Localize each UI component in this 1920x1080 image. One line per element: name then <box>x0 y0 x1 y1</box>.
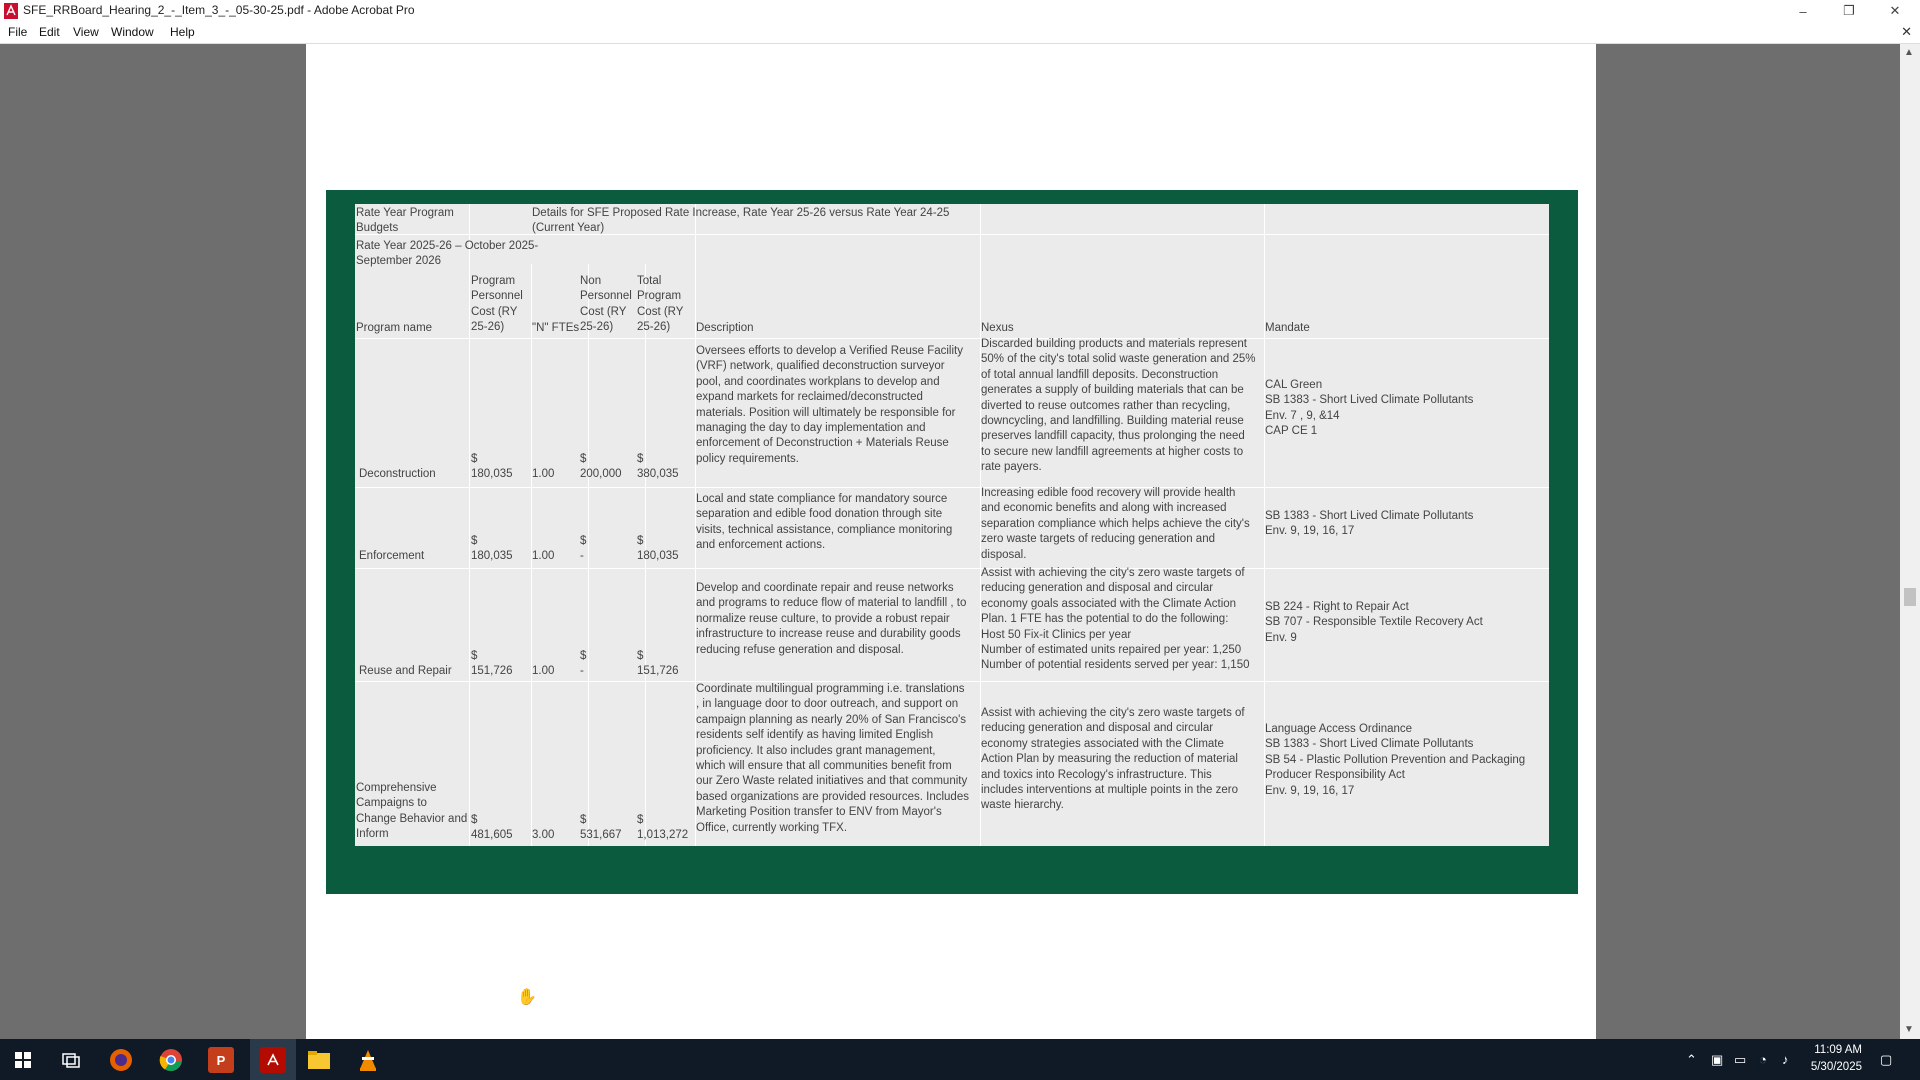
row1-name: Deconstruction <box>359 468 436 480</box>
col-description: Description <box>696 322 754 334</box>
row2-personnel: $ 180,035 <box>471 535 513 563</box>
close-icon[interactable]: ✕ <box>1872 0 1918 22</box>
hand-cursor-icon: ✋ <box>517 989 537 1006</box>
row2-name: Enforcement <box>359 550 425 562</box>
document-viewer[interactable]: Rate Year Program Budgets Details for SF… <box>0 44 1900 1039</box>
row2-mandate: SB 1383 - Short Lived Climate Pollutants… <box>1265 510 1474 538</box>
menu-file[interactable]: File <box>8 25 27 39</box>
wifi-icon[interactable]: ◔ <box>1759 1052 1767 1067</box>
col-personnel-cost: Program Personnel Cost (RY 25-26) <box>471 275 523 334</box>
row1-personnel: $ 180,035 <box>471 453 513 481</box>
row3-non-personnel: $ - <box>580 650 587 678</box>
row3-nexus: Assist with achieving the city's zero wa… <box>981 567 1250 672</box>
budget-table: Rate Year Program Budgets Details for SF… <box>355 204 1549 846</box>
row2-nexus: Increasing edible food recovery will pro… <box>981 487 1250 561</box>
row4-nexus: Assist with achieving the city's zero wa… <box>981 707 1245 812</box>
pdf-page: Rate Year Program Budgets Details for SF… <box>306 44 1596 1039</box>
row4-fte: 3.00 <box>532 829 555 841</box>
row4-total: $ 1,013,272 <box>637 814 689 842</box>
row3-name: Reuse and Repair <box>359 665 452 677</box>
slide-frame: Rate Year Program Budgets Details for SF… <box>326 190 1578 894</box>
row3-personnel: $ 151,726 <box>471 650 513 678</box>
row4-personnel: $ 481,605 <box>471 814 513 842</box>
row3-total: $ 151,726 <box>637 650 679 678</box>
show-hidden-icons-icon[interactable]: ⌃ <box>1686 1052 1697 1068</box>
close-document-icon[interactable]: ✕ <box>1901 24 1912 40</box>
acrobat-taskbar-icon[interactable] <box>260 1047 286 1073</box>
col-nexus: Nexus <box>981 322 1014 334</box>
row3-mandate: SB 224 - Right to Repair Act SB 707 - Re… <box>1265 601 1483 644</box>
chrome-icon[interactable] <box>158 1047 184 1073</box>
vertical-scrollbar[interactable]: ▲ ▼ <box>1900 44 1920 1039</box>
vlc-icon[interactable] <box>355 1047 381 1073</box>
volume-icon[interactable]: ♪ <box>1782 1052 1789 1067</box>
menu-help[interactable]: Help <box>170 25 195 39</box>
start-icon[interactable] <box>10 1047 36 1073</box>
network-device-icon[interactable]: ▣ <box>1711 1052 1723 1068</box>
col-non-personnel: Non Personnel Cost (RY 25-26) <box>580 275 632 334</box>
menu-window[interactable]: Window <box>111 25 154 39</box>
row1-fte: 1.00 <box>532 468 555 480</box>
notification-icon[interactable]: ▢ <box>1880 1052 1892 1068</box>
row1-non-personnel: $ 200,000 <box>580 453 622 481</box>
header-rate-year: Rate Year 2025-26 – October 2025- Septem… <box>356 240 539 268</box>
row2-non-personnel: $ - <box>580 535 587 563</box>
scroll-down-icon[interactable]: ▼ <box>1904 1024 1914 1035</box>
row2-fte: 1.00 <box>532 550 555 562</box>
row4-non-personnel: $ 531,667 <box>580 814 622 842</box>
row1-mandate: CAL Green SB 1383 - Short Lived Climate … <box>1265 379 1474 438</box>
row4-description: Coordinate multilingual programming i.e.… <box>696 683 969 834</box>
row1-total: $ 380,035 <box>637 453 679 481</box>
header-details: Details for SFE Proposed Rate Increase, … <box>532 207 950 235</box>
firefox-icon[interactable] <box>108 1047 134 1073</box>
col-program-name: Program name <box>356 322 433 334</box>
window-title: SFE_RRBoard_Hearing_2_-_Item_3_-_05-30-2… <box>23 3 415 17</box>
row4-mandate: Language Access Ordinance SB 1383 - Shor… <box>1265 723 1526 797</box>
row1-description: Oversees efforts to develop a Verified R… <box>696 345 963 465</box>
battery-icon[interactable]: ▭ <box>1734 1052 1746 1068</box>
header-budgets: Rate Year Program Budgets <box>356 207 454 235</box>
title-bar: SFE_RRBoard_Hearing_2_-_Item_3_-_05-30-2… <box>0 0 1920 22</box>
col-fte: "N" FTEs <box>532 322 580 334</box>
menu-view[interactable]: View <box>73 25 99 39</box>
taskbar: P ⌃ ▣ ▭ ◔ ♪ 11:09 AM 5/30/2025 ▢ <box>0 1039 1920 1080</box>
row3-description: Develop and coordinate repair and reuse … <box>696 582 967 656</box>
clock-date[interactable]: 5/30/2025 <box>1800 1061 1862 1073</box>
scroll-thumb[interactable] <box>1904 588 1916 606</box>
col-mandate: Mandate <box>1265 322 1310 334</box>
minimize-icon[interactable]: – <box>1780 0 1826 22</box>
menu-bar: File Edit View Window Help ✕ <box>0 22 1920 44</box>
file-explorer-icon[interactable] <box>306 1047 332 1073</box>
row2-total: $ 180,035 <box>637 535 679 563</box>
menu-edit[interactable]: Edit <box>39 25 60 39</box>
row4-name: Comprehensive Campaigns to Change Behavi… <box>356 782 468 841</box>
restore-icon[interactable]: ❐ <box>1826 0 1872 22</box>
powerpoint-icon[interactable]: P <box>208 1047 234 1073</box>
col-total: Total Program Cost (RY 25-26) <box>637 275 684 334</box>
acrobat-icon <box>4 3 18 19</box>
task-view-icon[interactable] <box>58 1047 84 1073</box>
clock-time[interactable]: 11:09 AM <box>1800 1044 1862 1056</box>
row2-description: Local and state compliance for mandatory… <box>696 493 953 552</box>
row3-fte: 1.00 <box>532 665 555 677</box>
scroll-up-icon[interactable]: ▲ <box>1904 47 1914 58</box>
row1-nexus: Discarded building products and material… <box>981 338 1256 474</box>
